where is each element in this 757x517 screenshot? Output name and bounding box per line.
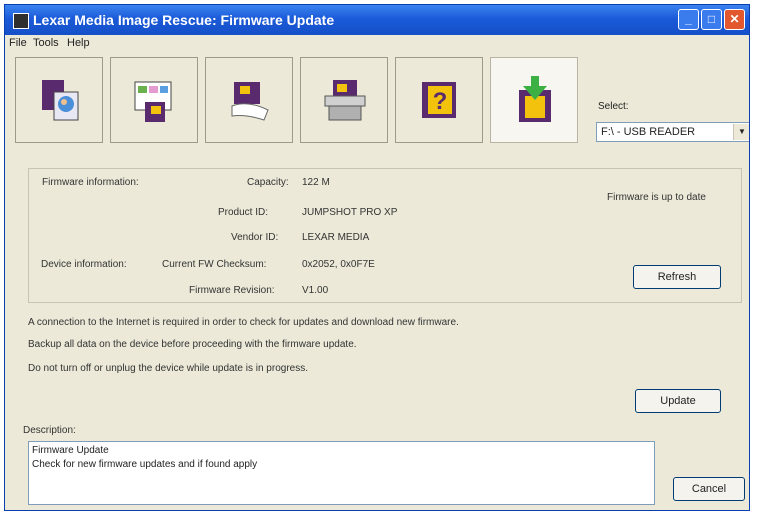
help-glyph: ? (433, 88, 448, 115)
firmware-update-icon (519, 76, 551, 122)
revision-label: Firmware Revision: (189, 285, 275, 296)
help-icon: ? (422, 82, 456, 118)
description-line1: Firmware Update (32, 445, 109, 456)
tool-bar: ? (15, 57, 590, 147)
firmware-update-button[interactable] (490, 57, 578, 143)
app-window: Lexar Media Image Rescue: Firmware Updat… (4, 4, 750, 511)
description-line2: Check for new firmware updates and if fo… (32, 459, 258, 470)
close-button[interactable]: ✕ (724, 9, 745, 30)
note-unplug: Do not turn off or unplug the device whi… (28, 363, 308, 374)
backup-button[interactable] (300, 57, 388, 143)
note-backup: Backup all data on the device before pro… (28, 339, 357, 350)
device-select-value: F:\ - USB READER (601, 126, 696, 138)
maximize-icon: □ (707, 12, 716, 26)
product-id-label: Product ID: (218, 207, 269, 218)
app-icon (13, 13, 29, 29)
backup-icon (324, 80, 366, 121)
minimize-button[interactable]: _ (678, 9, 699, 30)
revision-value: V1.00 (302, 285, 329, 296)
cancel-button[interactable]: Cancel (673, 477, 745, 501)
image-rescue-icon (42, 80, 79, 121)
card-secure-button[interactable] (205, 57, 293, 143)
capacity-value: 122 M (302, 177, 330, 188)
update-button[interactable]: Update (635, 389, 721, 413)
vendor-id-value: LEXAR MEDIA (302, 232, 370, 243)
checksum-value: 0x2052, 0x0F7E (302, 259, 375, 270)
image-browser-icon (134, 81, 172, 122)
card-secure-icon (231, 82, 269, 121)
device-section-label: Device information: (41, 259, 127, 270)
select-label: Select: (598, 101, 629, 112)
close-icon: ✕ (729, 12, 740, 26)
firmware-section-label: Firmware information: (42, 177, 139, 188)
menu-file[interactable]: File (9, 37, 27, 49)
description-label: Description: (23, 425, 76, 436)
capacity-label: Capacity: (247, 177, 289, 188)
description-box: Firmware Update Check for new firmware u… (28, 441, 655, 505)
window-title: Lexar Media Image Rescue: Firmware Updat… (33, 12, 335, 28)
image-browser-button[interactable] (110, 57, 198, 143)
vendor-id-label: Vendor ID: (231, 232, 279, 243)
minimize-icon: _ (685, 12, 692, 26)
device-select[interactable]: F:\ - USB READER ▼ (596, 122, 749, 142)
firmware-status: Firmware is up to date (607, 192, 706, 203)
image-rescue-button[interactable] (15, 57, 103, 143)
menu-tools[interactable]: Tools (33, 37, 59, 49)
menu-bar: File Tools Help (5, 35, 749, 53)
product-id-value: JUMPSHOT PRO XP (302, 207, 398, 218)
chevron-down-icon[interactable]: ▼ (733, 124, 749, 140)
note-internet: A connection to the Internet is required… (28, 317, 459, 328)
refresh-button[interactable]: Refresh (633, 265, 721, 289)
checksum-label: Current FW Checksum: (162, 259, 267, 270)
help-button[interactable]: ? (395, 57, 483, 143)
maximize-button[interactable]: □ (701, 9, 722, 30)
menu-help[interactable]: Help (67, 37, 90, 49)
title-bar: Lexar Media Image Rescue: Firmware Updat… (5, 5, 749, 35)
